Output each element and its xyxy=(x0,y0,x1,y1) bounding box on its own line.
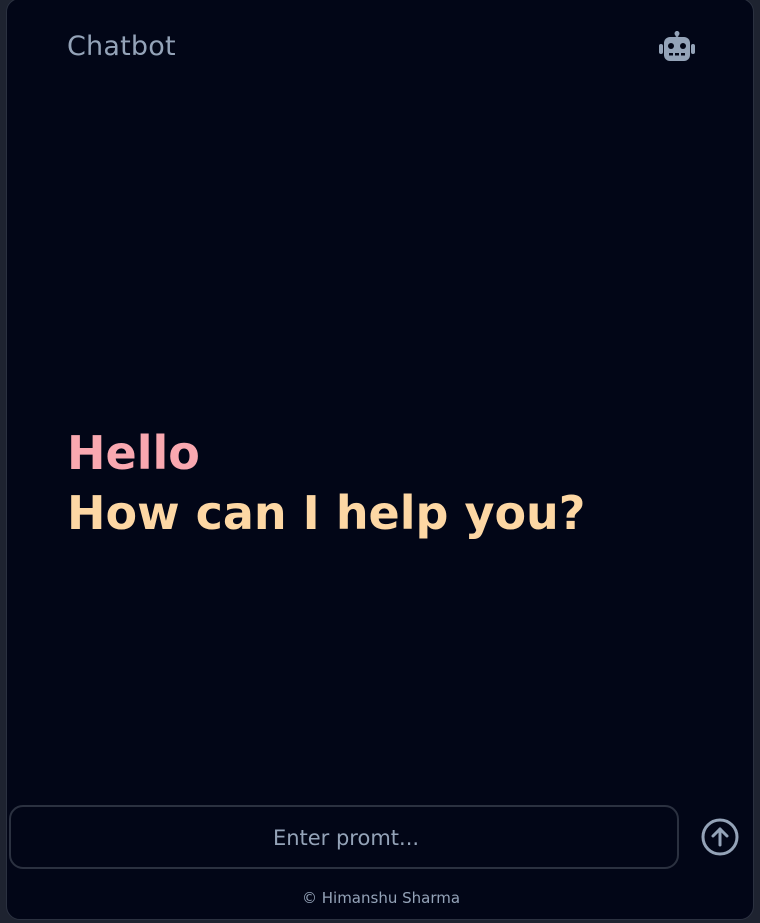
prompt-input[interactable] xyxy=(11,807,681,869)
arrow-up-circle-icon xyxy=(701,818,739,856)
copyright-icon: © xyxy=(301,889,317,907)
footer-author: Himanshu Sharma xyxy=(321,889,461,907)
header: Chatbot xyxy=(7,0,753,99)
send-button[interactable] xyxy=(700,817,740,857)
greeting: Hello How can I help you? xyxy=(67,423,586,543)
footer: © Himanshu Sharma xyxy=(7,889,753,907)
app-title: Chatbot xyxy=(67,31,176,62)
prompt-box xyxy=(9,805,681,869)
greeting-question: How can I help you? xyxy=(67,486,586,540)
robot-icon xyxy=(659,31,695,61)
chat-window: Chatbot Hello How can I help you? © Hima xyxy=(6,0,754,920)
greeting-hello: Hello xyxy=(67,426,200,480)
